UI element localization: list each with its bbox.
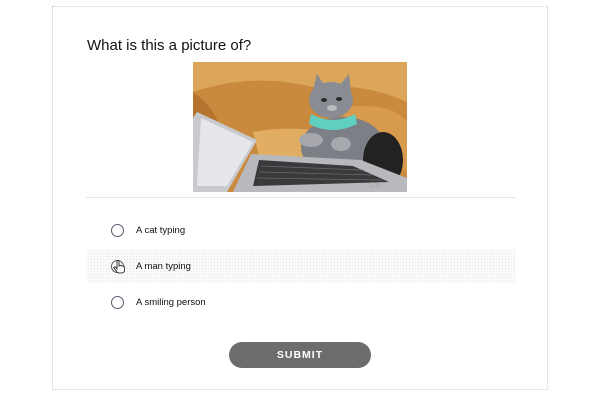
option-smiling-person[interactable]: A smiling person <box>87 285 515 319</box>
option-cat-typing[interactable]: A cat typing <box>87 213 515 247</box>
option-label: A man typing <box>136 260 191 272</box>
submit-button[interactable]: SUBMIT <box>229 342 371 368</box>
hand-cursor-icon <box>113 259 125 273</box>
quiz-card: What is this a picture of? GIF A cat typ… <box>52 6 548 390</box>
radio-button[interactable] <box>111 259 125 273</box>
radio-button[interactable] <box>111 295 124 309</box>
cat-typing-image: GIF <box>193 62 407 192</box>
divider <box>87 197 515 198</box>
option-man-typing[interactable]: A man typing <box>87 249 515 283</box>
quiz-picture: GIF <box>193 62 407 192</box>
option-label: A smiling person <box>136 296 206 308</box>
question-text: What is this a picture of? <box>87 37 252 54</box>
svg-text:GIF: GIF <box>369 181 382 190</box>
option-label: A cat typing <box>136 224 186 236</box>
radio-button[interactable] <box>111 223 124 237</box>
